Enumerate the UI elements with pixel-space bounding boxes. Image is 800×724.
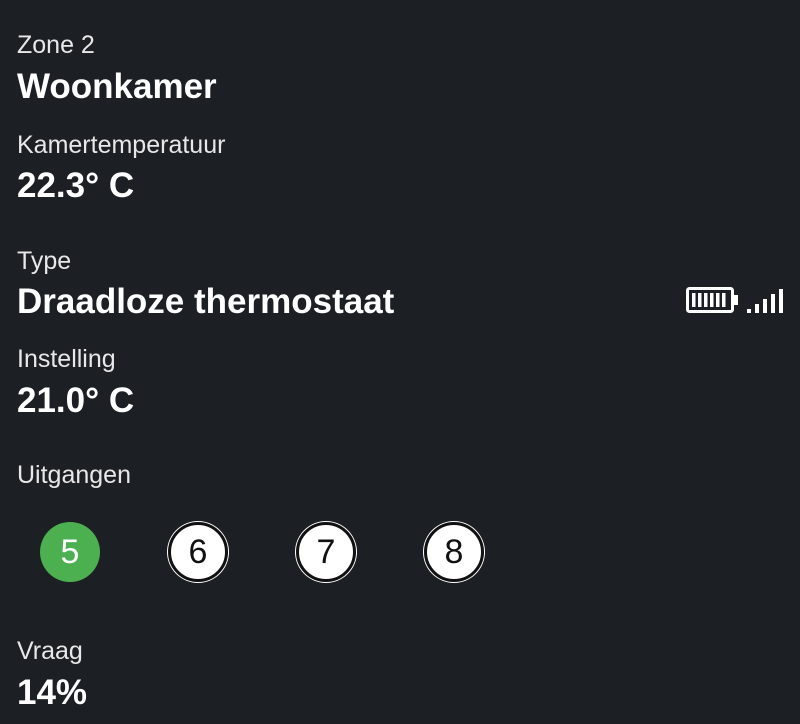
setting-value: 21.0° C [17,381,135,420]
zone-label: Zone 2 [17,31,95,59]
output-number: 8 [444,532,464,571]
output-number: 5 [60,532,80,571]
setting-label: Instelling [17,345,116,373]
outputs-list: 5 6 7 8 [40,522,484,582]
zone-name: Woonkamer [17,67,217,106]
room-temperature-value: 22.3° C [17,166,135,205]
battery-full-icon [686,286,740,319]
output-number: 7 [316,532,336,571]
output-5-button[interactable]: 5 [40,522,100,582]
output-8-button[interactable]: 8 [424,522,484,582]
device-status [686,286,786,319]
output-6-button[interactable]: 6 [168,522,228,582]
type-value: Draadloze thermostaat [17,282,395,321]
output-7-button[interactable]: 7 [296,522,356,582]
demand-label: Vraag [17,637,83,665]
type-label: Type [17,247,72,275]
signal-strength-icon [746,286,786,319]
output-number: 6 [188,532,208,571]
outputs-label: Uitgangen [17,461,131,489]
room-temperature-label: Kamertemperatuur [17,131,226,159]
demand-value: 14% [17,673,88,712]
